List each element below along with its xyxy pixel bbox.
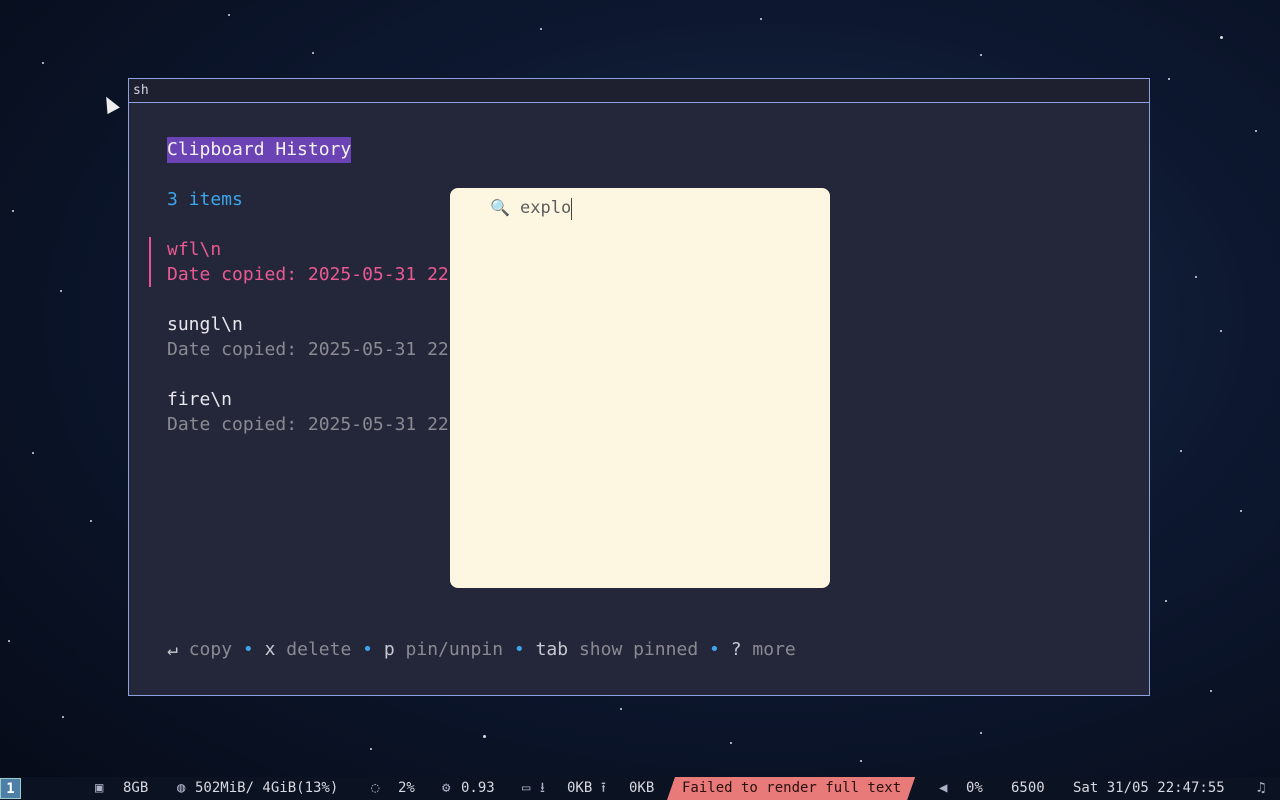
tab-key: tab bbox=[535, 639, 569, 660]
text-caret bbox=[571, 198, 572, 220]
status-bar: 1 ▣ 8GB ◍ 502MiB/ 4GiB(13%) ◌ 2% ⚙ 0.93 … bbox=[0, 777, 1280, 800]
volume-icon[interactable]: ◀ bbox=[939, 777, 947, 800]
disk-usage: 8GB bbox=[123, 780, 149, 796]
search-popup[interactable]: 🔍 bbox=[450, 188, 830, 588]
memory-icon: ◍ bbox=[177, 780, 186, 796]
bell-icon[interactable]: ♫ bbox=[1257, 777, 1265, 800]
gear-icon: ⚙ bbox=[442, 780, 451, 796]
net-upload: 0KB bbox=[629, 780, 655, 796]
cpu-icon: ◌ bbox=[371, 780, 380, 796]
keybinding-help: ↵ copy • x delete • p pin/unpin • tab sh… bbox=[167, 639, 796, 660]
disk-icon: ▣ bbox=[95, 780, 104, 796]
download-icon: ⭳ bbox=[540, 780, 545, 796]
error-badge: Failed to render full text bbox=[667, 777, 915, 800]
separator: • bbox=[362, 639, 373, 660]
more-hint: more bbox=[752, 639, 796, 660]
entry-date: Date copied: 2025-05-31 22 bbox=[167, 339, 449, 360]
network-icon: ▭ bbox=[522, 780, 531, 796]
entry-text: wfl\n bbox=[167, 239, 222, 260]
page-title: Clipboard History bbox=[167, 137, 352, 163]
load-average: 0.93 bbox=[461, 780, 495, 796]
separator: • bbox=[242, 639, 254, 660]
delete-hint: delete bbox=[286, 639, 352, 660]
pin-key: p bbox=[383, 639, 395, 660]
pin-hint: pin/unpin bbox=[405, 639, 504, 660]
net-download: 0KB bbox=[567, 780, 593, 796]
list-item[interactable]: fire\n Date copied: 2025-05-31 22 bbox=[167, 387, 449, 437]
copy-hint: copy bbox=[188, 639, 233, 660]
workspace-indicator[interactable]: 1 bbox=[0, 778, 21, 799]
delete-key: x bbox=[264, 639, 276, 660]
more-key: ? bbox=[730, 639, 742, 660]
entry-text: fire\n bbox=[167, 389, 233, 410]
clipboard-list: Clipboard History 3 items wfl\n Date cop… bbox=[149, 137, 1129, 435]
upload-icon: ⭱ bbox=[601, 780, 606, 796]
item-count: 3 items bbox=[167, 189, 243, 210]
color-temperature: 6500 bbox=[1011, 780, 1045, 796]
mouse-pointer-icon bbox=[100, 93, 120, 115]
clock: Sat 31/05 22:47:55 bbox=[1073, 780, 1225, 796]
entry-date: Date copied: 2025-05-31 22 bbox=[167, 414, 449, 435]
copy-key: ↵ bbox=[167, 639, 178, 660]
tab-hint: show pinned bbox=[578, 639, 699, 660]
memory-usage: 502MiB/ 4GiB(13%) bbox=[195, 780, 339, 796]
search-icon: 🔍 bbox=[490, 198, 510, 217]
cpu-usage: 2% bbox=[398, 780, 415, 796]
separator: • bbox=[513, 639, 525, 660]
list-item[interactable]: sungl\n Date copied: 2025-05-31 22 bbox=[167, 312, 449, 362]
separator: • bbox=[709, 639, 720, 660]
window-title: sh bbox=[133, 83, 149, 98]
list-item-selected[interactable]: wfl\n Date copied: 2025-05-31 22 bbox=[149, 237, 449, 287]
search-input[interactable] bbox=[520, 196, 810, 220]
volume-level[interactable]: 0% bbox=[966, 777, 983, 800]
entry-text: sungl\n bbox=[167, 314, 243, 335]
entry-date: Date copied: 2025-05-31 22 bbox=[167, 264, 449, 285]
window-titlebar[interactable]: sh bbox=[129, 79, 1149, 103]
